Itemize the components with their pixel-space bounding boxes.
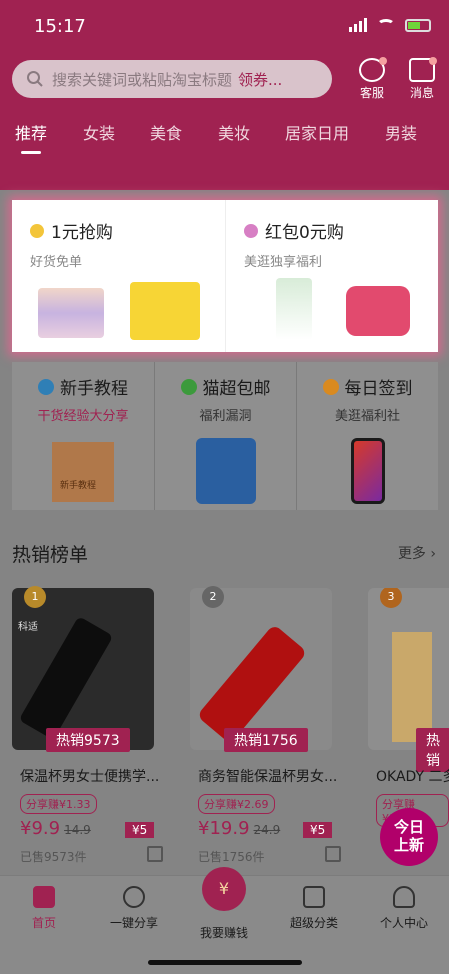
promo-subtitle: 好货免单	[30, 255, 83, 270]
message-icon	[409, 57, 437, 82]
wifi-icon	[377, 19, 395, 31]
home-icon	[33, 886, 55, 908]
checkin-icon	[322, 378, 339, 395]
wipes-product-image	[130, 282, 200, 340]
user-icon	[393, 886, 415, 908]
product-card[interactable]: 科适 1 热销9573 保温杯男女士便携学... 分享赚¥1.33 ¥9.9 14…	[12, 586, 182, 875]
towel-product-image	[38, 288, 104, 338]
product-image	[368, 588, 449, 750]
tab-home[interactable]: 居家日用	[285, 120, 349, 144]
tab-food[interactable]: 美食	[150, 120, 182, 144]
header: 15:17 搜索关键词或粘贴淘宝标题 领券... 客服 消息 推荐 女装 美食 …	[0, 0, 449, 190]
product-name: 商务智能保温杯男女...	[198, 769, 338, 785]
share-earn: 分享赚¥1.33	[20, 794, 97, 814]
search-coupon-action[interactable]: 领券...	[238, 69, 282, 90]
message-button[interactable]: 消息	[402, 57, 442, 101]
search-placeholder: 搜索关键词或粘贴淘宝标题	[52, 70, 233, 89]
detergent-image	[195, 438, 256, 504]
hot-list-title: 热销榜单	[12, 544, 89, 566]
feature-daily-checkin[interactable]: 每日签到 美逛福利社	[296, 362, 438, 510]
sale-tag: 热销1756	[224, 728, 308, 752]
product-image: 科适	[12, 588, 154, 750]
feature-subtitle: 美逛福利社	[334, 409, 400, 424]
feature-title: 新手教程	[60, 379, 128, 399]
product-card[interactable]: 2 热销1756 商务智能保温杯男女... 分享赚¥2.69 ¥19.9 24.9…	[190, 586, 360, 875]
product-image	[190, 588, 332, 750]
customer-service-label: 客服	[359, 86, 384, 100]
message-label: 消息	[409, 86, 434, 100]
promo-red-packet[interactable]: 红包0元购 美逛独享福利	[225, 200, 438, 352]
product-name: OKADY 二多	[376, 769, 449, 785]
tab-categories[interactable]: 超级分类	[274, 886, 354, 931]
cat-icon	[180, 378, 197, 395]
book-label: 新手教程	[60, 481, 97, 491]
sale-tag: 热销9573	[46, 728, 130, 752]
grid-icon	[303, 886, 325, 908]
promo-title: 1元抢购	[51, 223, 113, 243]
tab-home-nav[interactable]: 首页	[4, 886, 84, 931]
share-icon[interactable]	[147, 846, 163, 862]
tab-recommend[interactable]: 推荐	[15, 120, 47, 154]
sold-count: 已售1756件	[198, 850, 265, 864]
tab-earn[interactable]: 我要赚钱	[184, 924, 264, 941]
tab-womens[interactable]: 女装	[83, 120, 115, 144]
feature-title: 每日签到	[344, 379, 413, 399]
coupon-tag: ¥5	[125, 822, 155, 838]
brand-label: 科适	[18, 622, 38, 633]
hot-list-header: 热销榜单 更多 ›	[12, 540, 438, 567]
phone-image	[350, 438, 385, 504]
share-earn: 分享赚¥2.69	[198, 794, 275, 814]
search-icon	[27, 71, 43, 87]
feature-subtitle: 福利漏洞	[199, 409, 252, 424]
tab-beauty[interactable]: 美妆	[218, 120, 250, 144]
status-icons	[349, 18, 431, 32]
cream-jar-image	[346, 286, 410, 336]
status-time: 15:17	[34, 16, 86, 37]
signal-icon	[349, 18, 367, 32]
product-name: 保温杯男女士便携学...	[20, 769, 160, 785]
promo-title: 红包0元购	[265, 223, 344, 243]
book-image: 新手教程	[52, 442, 114, 502]
today-new-button[interactable]: 今日 上新	[380, 808, 438, 866]
share-icon[interactable]	[325, 846, 341, 862]
sold-count: 已售9573件	[20, 850, 87, 864]
tab-share[interactable]: 一键分享	[94, 886, 174, 931]
share-aperture-icon	[123, 886, 145, 908]
product-price: ¥19.9 24.9	[198, 818, 281, 839]
rank-badge: 1	[24, 586, 46, 608]
feature-free-shipping[interactable]: 猫超包邮 福利漏洞	[154, 362, 296, 510]
rank-badge: 2	[202, 586, 224, 608]
more-link[interactable]: 更多 ›	[398, 543, 436, 563]
home-indicator	[148, 960, 302, 965]
feature-title: 猫超包邮	[202, 379, 271, 399]
coupon-tag: ¥5	[303, 822, 333, 838]
coin-icon	[30, 223, 44, 238]
product-price: ¥9.9 14.9	[20, 818, 91, 839]
red-packet-icon	[244, 223, 258, 238]
feature-tutorial[interactable]: 新手教程 干货经验大分享 新手教程	[12, 362, 154, 510]
feature-grid: 新手教程 干货经验大分享 新手教程 猫超包邮 福利漏洞 每日签到 美逛福利社	[12, 362, 438, 510]
battery-icon	[405, 18, 431, 32]
promo-panel: 1元抢购 好货免单 红包0元购 美逛独享福利	[12, 200, 438, 352]
tutorial-icon	[38, 378, 54, 395]
headset-icon	[359, 57, 387, 82]
tab-mens[interactable]: 男装	[385, 120, 417, 144]
search-bar[interactable]: 搜索关键词或粘贴淘宝标题 领券...	[12, 60, 332, 98]
tab-profile[interactable]: 个人中心	[364, 886, 444, 931]
chevron-right-icon: ›	[430, 546, 436, 562]
feature-subtitle: 干货经验大分享	[37, 409, 129, 424]
earn-money-icon[interactable]: ¥	[202, 867, 246, 911]
promo-one-yuan[interactable]: 1元抢购 好货免单	[12, 200, 225, 352]
main-content: 1元抢购 好货免单 红包0元购 美逛独享福利 新手教程 干货经验大分享 新手教程…	[0, 190, 449, 875]
promo-subtitle: 美逛独享福利	[244, 255, 323, 270]
skincare-tube-image	[276, 278, 312, 340]
customer-service-button[interactable]: 客服	[352, 57, 392, 101]
